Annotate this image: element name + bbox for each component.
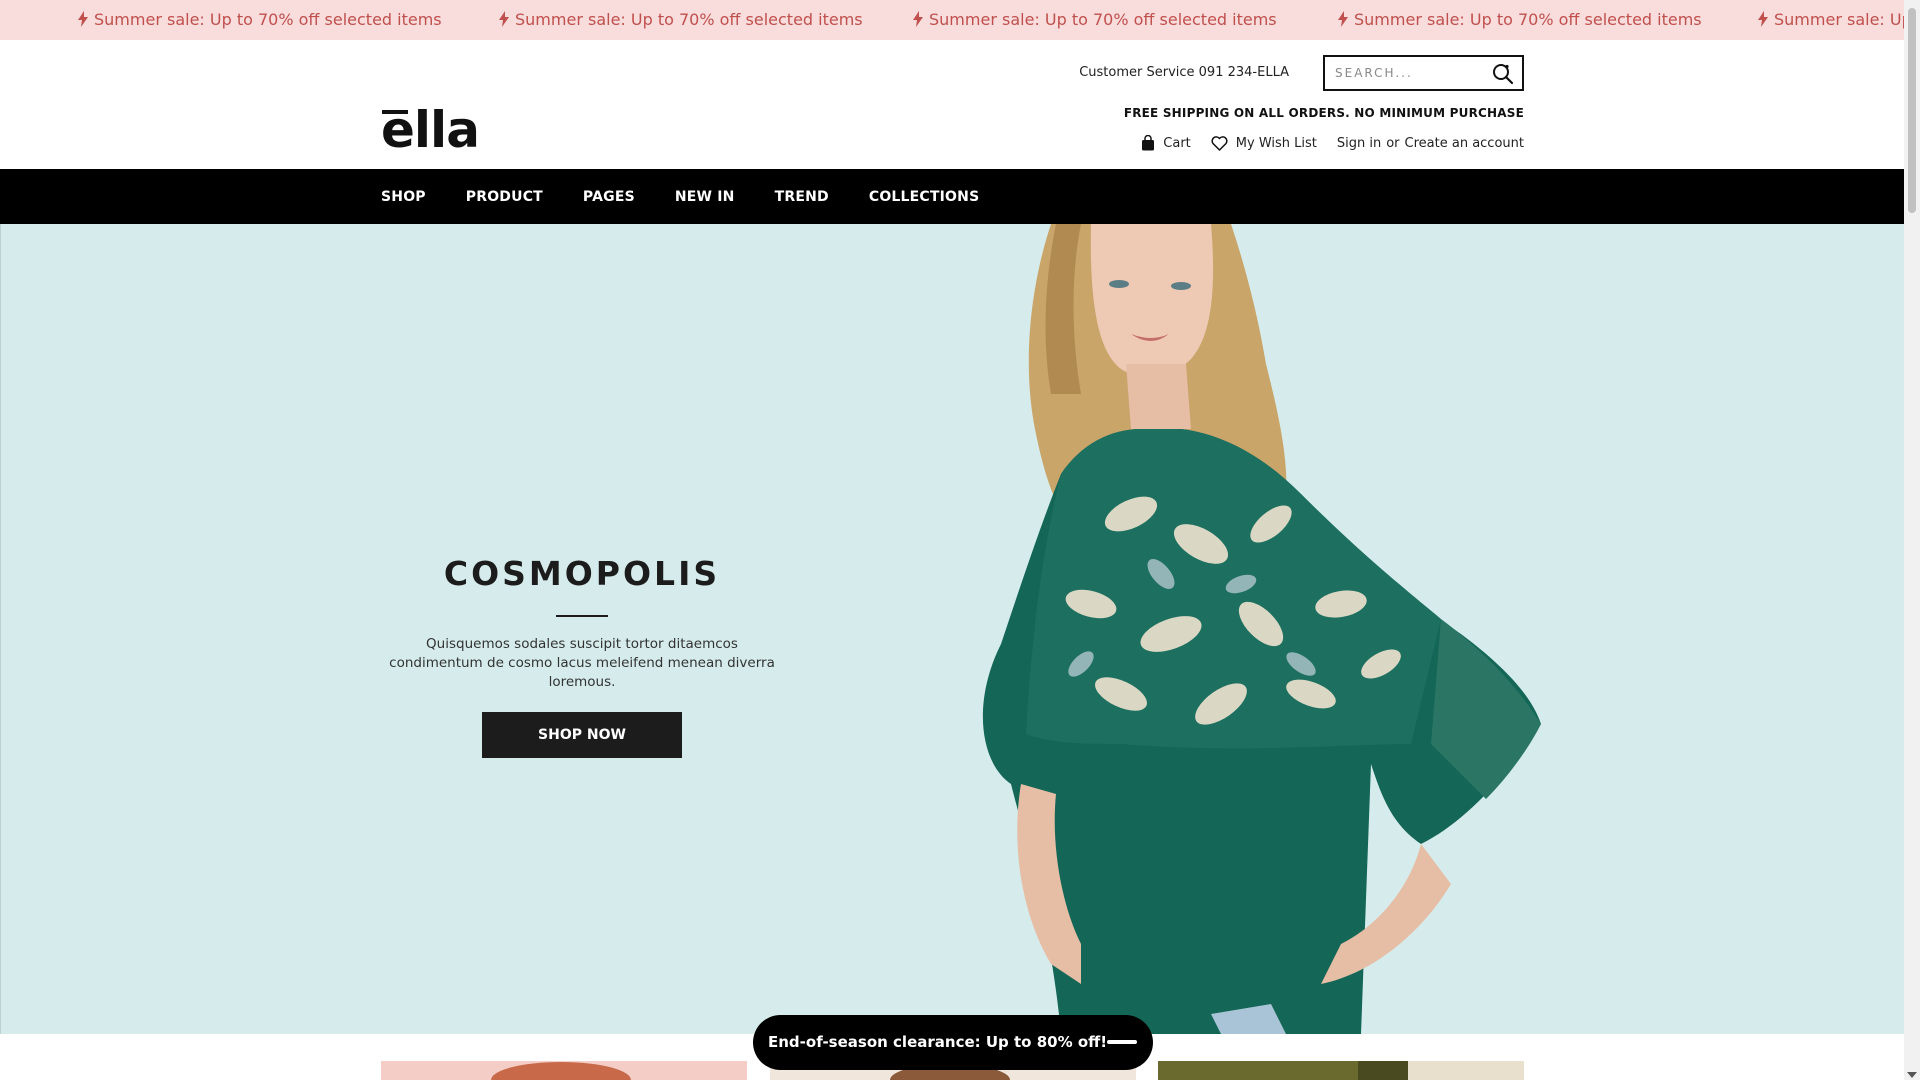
announcement-item[interactable]: Summer sale: Up to 70% off selected item… bbox=[499, 0, 863, 40]
announcement-item[interactable]: Summer sale: Up to 70% off selected item… bbox=[1758, 0, 1904, 40]
bolt-icon bbox=[499, 11, 509, 27]
bolt-icon bbox=[913, 11, 923, 27]
clearance-text: End-of-season clearance: Up to 80% off! bbox=[768, 1033, 1108, 1051]
bolt-icon bbox=[78, 11, 88, 27]
nav-item-pages[interactable]: PAGES bbox=[583, 189, 635, 205]
nav-item-new-in[interactable]: NEW IN bbox=[675, 189, 735, 205]
shop-now-button[interactable]: SHOP NOW bbox=[482, 712, 682, 758]
or-text: or bbox=[1386, 135, 1400, 151]
scrollbar-thumb[interactable] bbox=[1908, 8, 1916, 213]
nav-item-collections[interactable]: COLLECTIONS bbox=[869, 189, 980, 205]
bolt-icon bbox=[1758, 11, 1768, 27]
search-input[interactable] bbox=[1325, 57, 1485, 89]
featured-card[interactable] bbox=[381, 1061, 747, 1080]
hero-model-image bbox=[982, 224, 1541, 1034]
page-scrollbar[interactable] bbox=[1904, 0, 1920, 1080]
search-box bbox=[1323, 55, 1524, 91]
nav-item-trend[interactable]: TREND bbox=[775, 189, 829, 205]
create-account-link[interactable]: Create an account bbox=[1405, 136, 1524, 151]
cart-link[interactable]: Cart bbox=[1141, 135, 1191, 151]
scroll-down-arrow-icon[interactable] bbox=[1907, 1072, 1917, 1078]
search-icon[interactable] bbox=[1492, 63, 1514, 85]
clearance-notification: End-of-season clearance: Up to 80% off! bbox=[753, 1015, 1153, 1070]
main-nav: SHOP PRODUCT PAGES NEW IN TREND COLLECTI… bbox=[0, 169, 1904, 224]
hero-banner: COSMOPOLIS Quisquemos sodales suscipit t… bbox=[0, 224, 1904, 1034]
hero-divider bbox=[556, 615, 608, 617]
hero-description: Quisquemos sodales suscipit tortor ditae… bbox=[389, 636, 775, 690]
cart-label: Cart bbox=[1163, 135, 1191, 151]
minimize-icon[interactable] bbox=[1107, 1040, 1137, 1044]
announcement-item[interactable]: Summer sale: Up to 70% off selected item… bbox=[78, 0, 442, 40]
hero-content: COSMOPOLIS Quisquemos sodales suscipit t… bbox=[382, 554, 782, 758]
nav-item-shop[interactable]: SHOP bbox=[381, 189, 426, 205]
account-links: Cart My Wish List Sign in or Create an a… bbox=[1121, 135, 1524, 151]
sign-in-link[interactable]: Sign in bbox=[1337, 136, 1381, 151]
wishlist-link[interactable]: My Wish List bbox=[1211, 136, 1317, 151]
announcement-item[interactable]: Summer sale: Up to 70% off selected item… bbox=[913, 0, 1277, 40]
site-logo[interactable]: ella bbox=[381, 105, 480, 155]
hero-title: COSMOPOLIS bbox=[443, 554, 721, 593]
shipping-notice: FREE SHIPPING ON ALL ORDERS. NO MINIMUM … bbox=[1123, 106, 1524, 120]
heart-icon bbox=[1211, 135, 1228, 151]
site-header: ella Customer Service 091 234-ELLA FREE … bbox=[0, 40, 1904, 169]
announcement-item[interactable]: Summer sale: Up to 70% off selected item… bbox=[1338, 0, 1702, 40]
announcement-bar: Summer sale: Up to 70% off selected item… bbox=[0, 0, 1904, 40]
card-image bbox=[1158, 1061, 1524, 1080]
featured-card[interactable] bbox=[1158, 1061, 1524, 1080]
nav-item-product[interactable]: PRODUCT bbox=[466, 189, 543, 205]
wishlist-label: My Wish List bbox=[1235, 135, 1317, 151]
customer-service-text: Customer Service 091 234-ELLA bbox=[1079, 65, 1289, 80]
card-image bbox=[491, 1062, 631, 1080]
bolt-icon bbox=[1338, 11, 1348, 27]
shopping-bag-icon bbox=[1142, 135, 1155, 151]
